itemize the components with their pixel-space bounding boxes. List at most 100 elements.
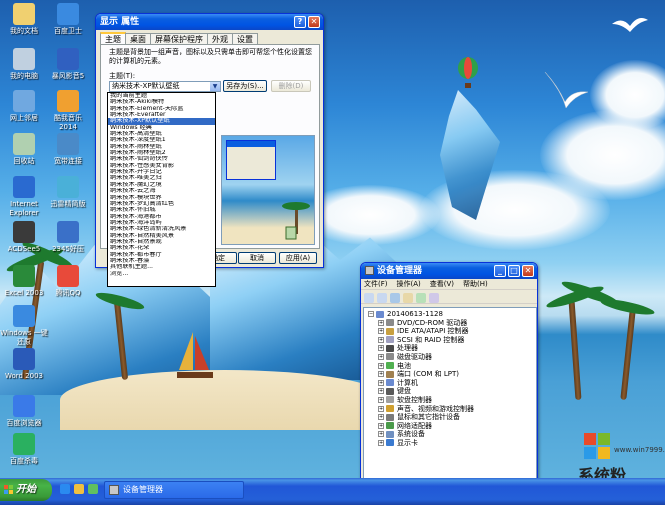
properties-icon[interactable] [403, 293, 413, 303]
desktop-icon[interactable]: 百度浏览器 [0, 395, 52, 428]
expand-icon[interactable]: + [378, 379, 384, 386]
cancel-button[interactable]: 取消 [238, 252, 276, 264]
menu-action[interactable]: 操作(A) [397, 280, 421, 288]
device-category[interactable]: + 键盘 [368, 387, 536, 396]
device-category[interactable]: + DVD/CD-ROM 驱动器 [368, 319, 536, 328]
forward-icon[interactable] [377, 293, 387, 303]
expand-icon[interactable]: + [378, 353, 384, 360]
seagull-small-graphic [612, 18, 648, 32]
device-tree[interactable]: −20140613-1128 + DVD/CD-ROM 驱动器 + IDE ATA/A… [363, 307, 537, 479]
start-label: 开始 [16, 484, 36, 495]
menu-help[interactable]: 帮助(H) [463, 280, 488, 288]
device-category-label: 磁盘驱动器 [397, 352, 432, 361]
desktop-icon[interactable]: 暴风影音5 [40, 48, 96, 81]
close-button[interactable]: ✕ [308, 16, 320, 28]
device-category[interactable]: + 网络适配器 [368, 422, 536, 431]
device-category[interactable]: + 鼠标和其它指针设备 [368, 413, 536, 422]
quicklaunch-ie-icon[interactable] [60, 484, 70, 494]
device-category[interactable]: + 显示卡 [368, 439, 536, 448]
device-category[interactable]: + 磁盘驱动器 [368, 353, 536, 362]
theme-option[interactable]: 浏览... [108, 271, 215, 277]
maximize-button[interactable]: □ [508, 265, 520, 277]
desktop-icon[interactable]: 酷我音乐 2014 [40, 90, 96, 132]
device-category[interactable]: + 系统设备 [368, 430, 536, 439]
menu-view[interactable]: 查看(V) [430, 280, 454, 288]
toolbar [361, 290, 537, 304]
desktop-icon[interactable]: 腾讯QQ [40, 265, 96, 298]
device-category-label: 鼠标和其它指针设备 [397, 413, 460, 422]
desktop-icon-label: 腾讯QQ [55, 289, 81, 297]
device-category[interactable]: + IDE ATA/ATAPI 控制器 [368, 327, 536, 336]
apply-button[interactable]: 应用(A) [279, 252, 317, 264]
expand-icon[interactable]: + [378, 371, 384, 378]
minimize-button[interactable]: _ [494, 265, 506, 277]
delete-button[interactable]: 删除(D) [271, 80, 311, 92]
save-as-button[interactable]: 另存为(S)... [223, 80, 267, 92]
close-button[interactable]: ✕ [522, 265, 534, 277]
expand-icon[interactable]: + [378, 388, 384, 395]
device-category[interactable]: + 电池 [368, 362, 536, 371]
menu-file[interactable]: 文件(F) [364, 280, 388, 288]
desktop-icon[interactable]: 迅雷精简版 [40, 176, 96, 209]
expand-icon[interactable]: + [378, 362, 384, 369]
theme-preview [221, 135, 315, 245]
desktop-icon[interactable]: Word 2003 [0, 348, 52, 381]
watermark-url: www.win7999.com [614, 446, 665, 454]
up-icon[interactable] [390, 293, 400, 303]
help-icon[interactable] [429, 293, 439, 303]
desktop-icon[interactable]: 百度杀毒 [0, 433, 52, 466]
expand-icon[interactable]: + [378, 396, 384, 403]
desktop-icon[interactable]: 百度卫士 [40, 3, 96, 36]
desktop-icon[interactable]: 宽带连接 [40, 133, 96, 166]
device-category[interactable]: + 声音、视频和游戏控制器 [368, 405, 536, 414]
expand-icon[interactable]: + [378, 328, 384, 335]
device-category[interactable]: + 端口 (COM 和 LPT) [368, 370, 536, 379]
refresh-icon[interactable] [416, 293, 426, 303]
tree-root[interactable]: −20140613-1128 [368, 310, 536, 319]
expand-icon[interactable]: + [378, 422, 384, 429]
back-icon[interactable] [364, 293, 374, 303]
device-category-label: 网络适配器 [397, 421, 432, 430]
expand-icon[interactable]: + [378, 319, 384, 326]
desktop-icon-label: Windows 一键 还原 [0, 329, 48, 346]
preview-window-graphic [226, 140, 276, 180]
start-button[interactable]: 开始 [0, 479, 52, 501]
device-category-label: 系统设备 [397, 430, 425, 439]
seagull-graphic [544, 71, 589, 109]
taskbar: 开始 设备管理器 [0, 478, 665, 505]
expand-icon[interactable]: + [378, 345, 384, 352]
device-manager-title: 设备管理器 [377, 266, 423, 276]
expand-icon[interactable]: + [378, 336, 384, 343]
expand-icon[interactable]: + [378, 439, 384, 446]
theme-dropdown-list[interactable]: 我的当前主题 纳米技术-Akiki模特 纳米技术-Element-天际蓝 纳米技术-E… [107, 92, 216, 287]
theme-select[interactable]: 纳米技术-XP默认壁纸 ▼ [109, 81, 221, 92]
device-category[interactable]: + SCSI 和 RAID 控制器 [368, 336, 536, 345]
windows-flag-icon [4, 485, 13, 494]
help-button[interactable]: ? [294, 16, 306, 28]
device-icon [386, 387, 394, 395]
device-manager-window[interactable]: 设备管理器 _ □ ✕ 文件(F) 操作(A) 查看(V) 帮助(H) −201406… [360, 262, 538, 480]
expand-icon[interactable]: + [378, 431, 384, 438]
tab-themes[interactable]: 主题 [100, 32, 126, 44]
expand-icon[interactable]: + [378, 414, 384, 421]
device-category-label: 处理器 [397, 344, 418, 353]
device-category[interactable]: + 计算机 [368, 379, 536, 388]
device-category[interactable]: + 处理器 [368, 344, 536, 353]
desktop-icon[interactable]: 2345好压 [40, 221, 96, 254]
quicklaunch-desktop-icon[interactable] [88, 484, 98, 494]
expand-icon[interactable]: + [378, 405, 384, 412]
device-category-label: DVD/CD-ROM 驱动器 [397, 318, 468, 327]
device-icon [386, 336, 394, 344]
device-icon [386, 319, 394, 327]
quicklaunch-folder-icon[interactable] [74, 484, 84, 494]
taskbar-device-manager-button[interactable]: 设备管理器 [104, 481, 244, 499]
device-icon [386, 439, 394, 447]
device-icon [386, 413, 394, 421]
chevron-down-icon[interactable]: ▼ [210, 82, 220, 91]
desktop-icon[interactable]: Windows 一键 还原 [0, 305, 52, 347]
device-category[interactable]: + 软盘控制器 [368, 396, 536, 405]
desktop: 我的文档 百度卫士 我的电脑 暴风影音5 网上邻居 酷我音乐 2014 回收站 宽带连接 Int… [0, 0, 665, 505]
device-manager-titlebar[interactable]: 设备管理器 _ □ ✕ [361, 263, 537, 279]
display-properties-titlebar[interactable]: 显示 属性 ? ✕ [96, 14, 323, 30]
device-icon [386, 379, 394, 387]
